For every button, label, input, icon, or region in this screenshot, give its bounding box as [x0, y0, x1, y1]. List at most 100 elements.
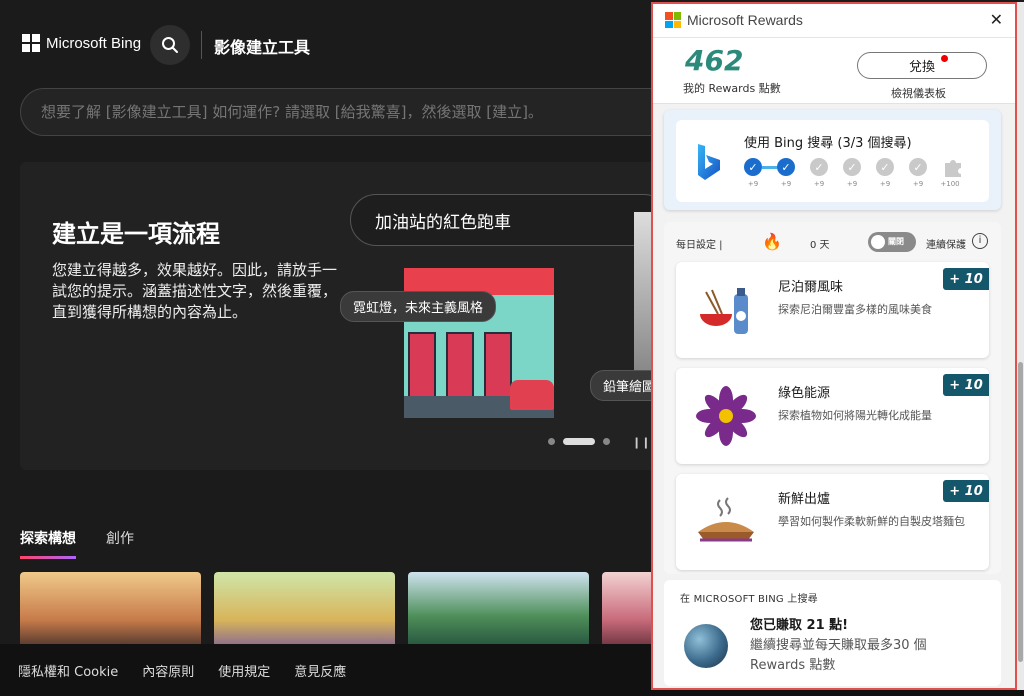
top-bar: Microsoft Bing 影像建立工具: [0, 0, 650, 90]
info-icon[interactable]: i: [972, 233, 988, 249]
streak-protection-label: 連續保護: [926, 240, 966, 251]
streak-protection-toggle[interactable]: 關閉: [868, 232, 916, 252]
hero-description: 您建立得越多，效果越好。因此，請放手一試您的提示。涵蓋描述性文字，然後重覆，直到…: [52, 261, 338, 321]
step-check-icon: ✓: [843, 158, 861, 176]
bing-card-header: 在 MICROSOFT BING 上搜尋: [680, 594, 818, 605]
microsoft-logo-icon: [665, 12, 681, 28]
step-connector: [927, 166, 942, 169]
search-icon: [162, 37, 178, 53]
earth-icon: [684, 624, 728, 668]
carousel-dot-active[interactable]: [563, 438, 595, 445]
car-shape: [510, 380, 554, 410]
points-value: 462: [685, 44, 744, 77]
scrollbar-thumb[interactable]: [1018, 362, 1023, 662]
earned-points-text: 您已賺取 21 點!: [750, 618, 849, 633]
keep-searching-text: 繼續搜尋並每天賺取最多30 個 Rewards 點數: [750, 638, 927, 673]
flame-icon: 🔥: [762, 232, 782, 251]
footer-link-privacy[interactable]: 隱私權和 Cookie: [18, 661, 118, 680]
thumbnail[interactable]: [214, 572, 395, 652]
bing-logo[interactable]: Microsoft Bing: [22, 34, 141, 52]
hero-title: 建立是一項流程: [52, 220, 220, 248]
step-connector: [828, 166, 843, 169]
puzzle-icon: [945, 160, 961, 177]
close-icon[interactable]: ✕: [990, 10, 1003, 29]
search-progress: ✓ ✓ ✓ ✓ ✓ ✓: [744, 156, 964, 178]
carousel-dot[interactable]: [603, 438, 610, 445]
offer-card-fresh-baked[interactable]: + 10 新鮮出爐 學習如何製作柔軟新鮮的自製皮塔麵包: [676, 474, 989, 570]
toggle-knob: [871, 235, 885, 249]
streak-days: 0 天: [810, 240, 830, 251]
food-bowl-icon: [700, 288, 748, 334]
step-check-icon: ✓: [909, 158, 927, 176]
step-check-icon: ✓: [777, 158, 795, 176]
pump-shape: [408, 332, 436, 402]
thumbnail[interactable]: [408, 572, 589, 652]
pump-shape: [484, 332, 512, 402]
pump-shape: [446, 332, 474, 402]
offer-title: 新鮮出爐: [778, 492, 831, 507]
step-label: +9: [846, 180, 858, 188]
step-connector: [894, 166, 909, 169]
daily-set-label: 每日設定 |: [676, 240, 723, 251]
redeem-label: 兌換: [908, 60, 935, 75]
step-label: +9: [747, 180, 759, 188]
step-connector: [861, 166, 876, 169]
dashboard-link[interactable]: 檢視儀表板: [891, 85, 946, 101]
streak-row: 每日設定 | 🔥 0 天 關閉 連續保護 i: [676, 232, 989, 254]
search-button[interactable]: [150, 25, 190, 65]
prompt-box[interactable]: [20, 88, 680, 136]
points-badge: + 10: [943, 480, 989, 502]
step-label: +9: [912, 180, 924, 188]
points-badge: + 10: [943, 268, 989, 290]
hero-carousel: 建立是一項流程 您建立得越多，效果越好。因此，請放手一試您的提示。涵蓋描述性文字…: [20, 162, 680, 470]
toggle-label: 關閉: [888, 237, 904, 246]
pause-icon[interactable]: ❙❙: [632, 436, 650, 449]
step-connector: [795, 166, 810, 169]
carousel-dots[interactable]: [548, 438, 610, 445]
microsoft-logo-icon: [22, 34, 40, 52]
bing-b-icon: [698, 144, 720, 180]
points-section: 462 我的 Rewards 點數 兌換 檢視儀表板: [653, 38, 1015, 104]
example-prompt: 加油站的紅色跑車: [350, 194, 670, 246]
rewards-header: Microsoft Rewards ✕: [653, 4, 1015, 38]
panel-scrollbar[interactable]: [1017, 2, 1024, 690]
points-label: 我的 Rewards 點數: [683, 82, 781, 95]
redeem-button[interactable]: 兌換: [857, 52, 987, 79]
thumbnail[interactable]: [20, 572, 201, 652]
bing-earned-card[interactable]: 在 MICROSOFT BING 上搜尋 您已賺取 21 點! 繼續搜尋並每天賺…: [664, 580, 1001, 686]
step-label: +100: [940, 180, 960, 188]
bing-search-card[interactable]: 使用 Bing 搜尋 (3/3 個搜尋) ✓ ✓ ✓ ✓ ✓ ✓ +9 +9 +…: [664, 110, 1001, 210]
step-check-icon: ✓: [744, 158, 762, 176]
logo-text: Microsoft Bing: [46, 34, 142, 52]
step-label: +9: [879, 180, 891, 188]
footer-link-feedback[interactable]: 意見反應: [294, 661, 346, 680]
offer-card-green-energy[interactable]: + 10 綠色能源 探索植物如何將陽光轉化成能量: [676, 368, 989, 464]
tab-explore[interactable]: 探索構想: [20, 528, 76, 559]
footer-link-terms[interactable]: 使用規定: [218, 661, 270, 680]
offer-title: 尼泊爾風味: [778, 280, 844, 295]
style-chip: 霓虹燈，未來主義風格: [340, 291, 497, 322]
footer-link-content-policy[interactable]: 內容原則: [142, 661, 194, 680]
step-connector: [762, 165, 777, 169]
step-label: +9: [813, 180, 825, 188]
offer-description: 探索植物如何將陽光轉化成能量: [778, 409, 932, 422]
search-card-title: 使用 Bing 搜尋 (3/3 個搜尋): [744, 136, 912, 151]
flower-icon: [696, 386, 756, 446]
tabs: 探索構想 創作: [20, 528, 134, 559]
carousel-dot[interactable]: [548, 438, 555, 445]
prompt-input[interactable]: [41, 103, 659, 121]
notification-dot: [941, 55, 948, 62]
rewards-panel: Microsoft Rewards ✕ 462 我的 Rewards 點數 兌換…: [651, 2, 1017, 690]
rewards-title: Microsoft Rewards: [687, 12, 803, 28]
offer-description: 學習如何製作柔軟新鮮的自製皮塔麵包: [778, 515, 965, 528]
offer-card-nepal[interactable]: + 10 尼泊爾風味 探索尼泊爾豐富多樣的風味美食: [676, 262, 989, 358]
tab-creations[interactable]: 創作: [106, 528, 134, 559]
step-check-icon: ✓: [876, 158, 894, 176]
points-badge: + 10: [943, 374, 989, 396]
divider: [201, 31, 202, 59]
search-card-inner: 使用 Bing 搜尋 (3/3 個搜尋) ✓ ✓ ✓ ✓ ✓ ✓ +9 +9 +…: [676, 120, 989, 202]
page-title: 影像建立工具: [214, 38, 311, 57]
daily-set: 每日設定 | 🔥 0 天 關閉 連續保護 i + 10 尼泊爾風味 探索尼泊爾豐…: [664, 222, 1001, 574]
step-label: +9: [780, 180, 792, 188]
offer-title: 綠色能源: [778, 386, 831, 401]
